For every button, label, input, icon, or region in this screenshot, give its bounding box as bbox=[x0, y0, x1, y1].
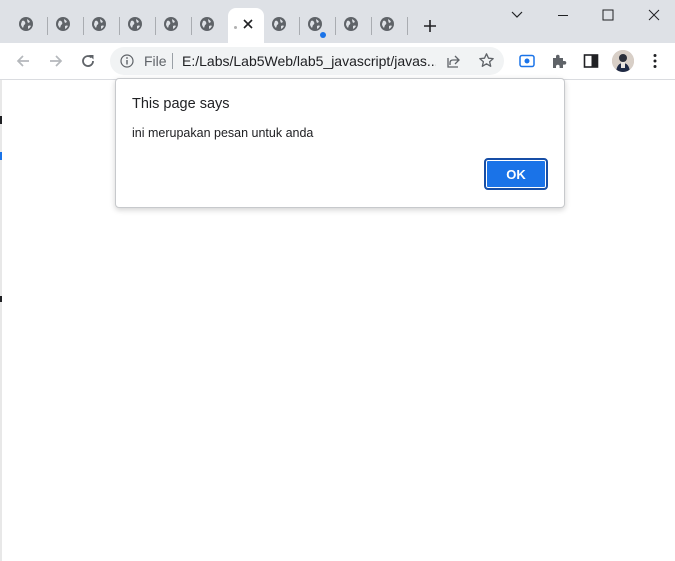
info-icon[interactable] bbox=[120, 54, 134, 68]
side-panel-icon[interactable] bbox=[582, 52, 600, 70]
browser-toolbar: File E:/Labs/Lab5Web/lab5_javascript/jav… bbox=[0, 43, 675, 80]
globe-icon bbox=[128, 17, 142, 31]
tab-11[interactable] bbox=[375, 12, 399, 36]
loading-dot-icon bbox=[234, 26, 237, 29]
alert-dialog: This page says ini merupakan pesan untuk… bbox=[115, 78, 565, 208]
globe-icon bbox=[380, 17, 394, 31]
globe-icon bbox=[344, 17, 358, 31]
notification-dot bbox=[320, 32, 326, 38]
share-icon[interactable] bbox=[446, 53, 462, 69]
extensions-puzzle-icon[interactable] bbox=[550, 52, 568, 70]
tab-separator bbox=[155, 17, 156, 35]
url-text[interactable]: E:/Labs/Lab5Web/lab5_javascript/javas... bbox=[182, 53, 436, 69]
edge-marker bbox=[0, 152, 2, 160]
close-tab-icon[interactable] bbox=[241, 17, 255, 31]
tab-separator bbox=[119, 17, 120, 35]
close-window-icon[interactable] bbox=[647, 8, 661, 22]
edge-marker bbox=[0, 116, 2, 124]
tab-8[interactable] bbox=[267, 12, 291, 36]
tab-3[interactable] bbox=[87, 12, 111, 36]
globe-icon bbox=[272, 17, 286, 31]
new-tab-icon[interactable] bbox=[421, 17, 439, 35]
tab-6[interactable] bbox=[195, 12, 219, 36]
globe-icon bbox=[200, 17, 214, 31]
tab-separator bbox=[371, 17, 372, 35]
dialog-title: This page says bbox=[132, 96, 230, 112]
globe-icon bbox=[19, 17, 33, 31]
tab-separator bbox=[299, 17, 300, 35]
back-arrow-icon[interactable] bbox=[14, 52, 32, 70]
maximize-icon[interactable] bbox=[601, 8, 615, 22]
tab-10[interactable] bbox=[339, 12, 363, 36]
tab-separator bbox=[335, 17, 336, 35]
tab-separator bbox=[83, 17, 84, 35]
more-menu-icon[interactable] bbox=[650, 52, 660, 70]
profile-photo-icon bbox=[612, 50, 634, 72]
globe-icon bbox=[92, 17, 106, 31]
edge-marker bbox=[0, 296, 2, 302]
cast-extension-icon[interactable] bbox=[518, 52, 536, 70]
tab-separator bbox=[191, 17, 192, 35]
tab-4[interactable] bbox=[123, 12, 147, 36]
tab-search-chevron-icon[interactable] bbox=[510, 8, 524, 22]
address-bar[interactable]: File E:/Labs/Lab5Web/lab5_javascript/jav… bbox=[110, 47, 504, 75]
tab-2[interactable] bbox=[51, 12, 75, 36]
omnibox-divider bbox=[172, 53, 173, 69]
reload-icon[interactable] bbox=[79, 52, 97, 70]
tab-active[interactable] bbox=[228, 8, 264, 43]
tab-1[interactable] bbox=[14, 12, 38, 36]
tab-separator bbox=[407, 17, 408, 35]
tab-strip bbox=[0, 0, 675, 43]
globe-icon bbox=[164, 17, 178, 31]
globe-icon bbox=[308, 17, 322, 31]
dialog-message: ini merupakan pesan untuk anda bbox=[132, 126, 314, 140]
profile-avatar[interactable] bbox=[612, 50, 634, 72]
minimize-icon[interactable] bbox=[556, 8, 570, 22]
globe-icon bbox=[56, 17, 70, 31]
tab-5[interactable] bbox=[159, 12, 183, 36]
ok-button[interactable]: OK bbox=[484, 158, 548, 190]
scheme-label: File bbox=[144, 53, 167, 69]
bookmark-star-icon[interactable] bbox=[478, 52, 495, 69]
forward-arrow-icon[interactable] bbox=[47, 52, 65, 70]
tab-separator bbox=[47, 17, 48, 35]
